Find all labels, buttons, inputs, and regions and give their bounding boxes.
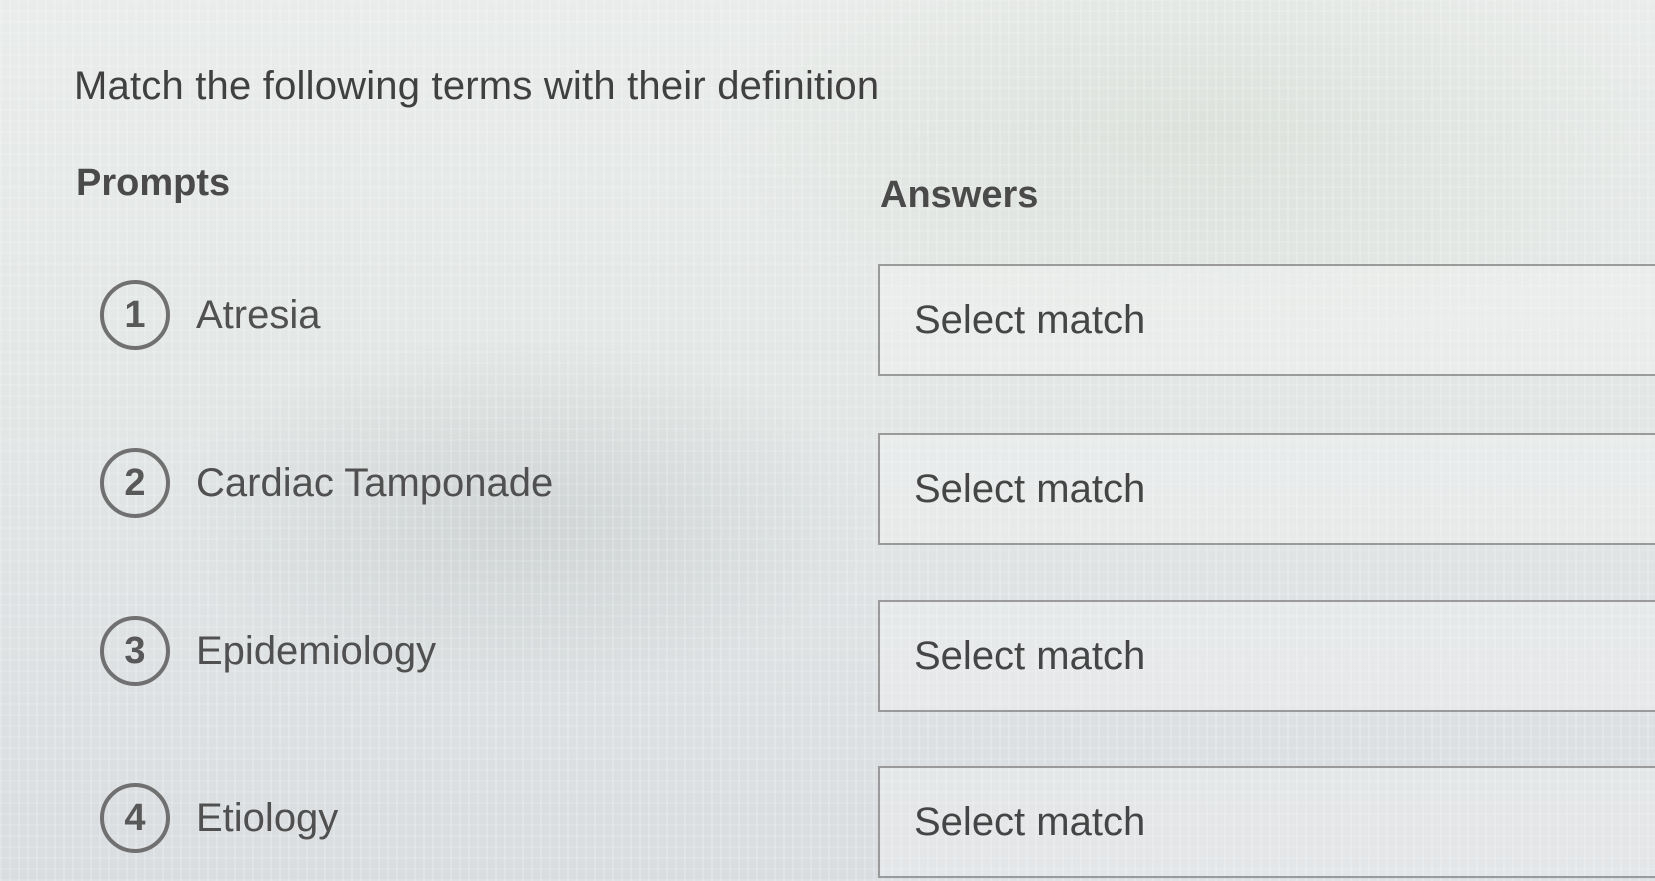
answer-select-3[interactable]: Select match <box>878 600 1655 712</box>
prompt-label-cardiac-tamponade: Cardiac Tamponade <box>196 460 554 505</box>
prompt-row-4: 4 Etiology <box>100 778 338 858</box>
prompts-heading: Prompts <box>76 162 231 204</box>
prompt-number-badge: 1 <box>100 280 170 350</box>
answer-select-value: Select match <box>914 297 1146 342</box>
answer-select-value: Select match <box>914 799 1146 844</box>
answer-select-1[interactable]: Select match <box>878 264 1655 376</box>
prompt-row-3: 3 Epidemiology <box>100 611 436 691</box>
prompt-number-badge: 3 <box>100 616 170 686</box>
prompt-label-etiology: Etiology <box>196 795 339 840</box>
answer-select-value: Select match <box>914 466 1146 511</box>
prompt-number-badge: 4 <box>100 783 170 853</box>
prompt-number-badge: 2 <box>100 448 170 518</box>
prompt-row-1: 1 Atresia <box>100 275 321 355</box>
answer-select-2[interactable]: Select match <box>878 433 1655 545</box>
answer-select-4[interactable]: Select match <box>878 766 1655 878</box>
prompt-label-epidemiology: Epidemiology <box>196 628 437 673</box>
question-title: Match the following terms with their def… <box>74 64 880 108</box>
answers-heading: Answers <box>880 174 1039 216</box>
prompt-label-atresia: Atresia <box>196 292 321 337</box>
prompt-row-2: 2 Cardiac Tamponade <box>100 443 553 523</box>
answer-select-value: Select match <box>914 633 1146 678</box>
